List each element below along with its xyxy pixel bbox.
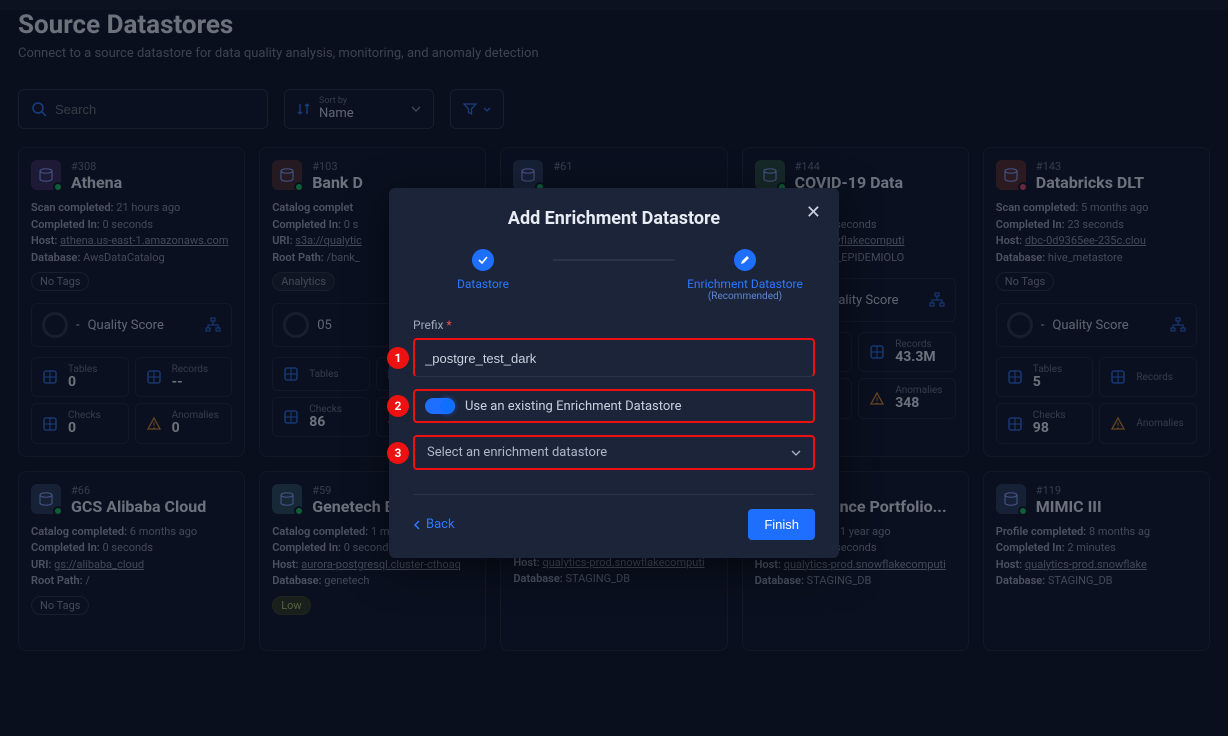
prefix-label: Prefix * [413,318,815,332]
add-enrichment-modal: ✕ Add Enrichment Datastore Datastore Enr… [389,188,839,558]
check-icon [472,249,494,271]
annotation-badge-3: 3 [387,442,409,464]
existing-toggle-highlight: 2 Use an existing Enrichment Datastore [413,389,815,423]
use-existing-label: Use an existing Enrichment Datastore [465,399,681,414]
prefix-input-highlight: 1 [413,338,815,377]
modal-overlay: ✕ Add Enrichment Datastore Datastore Enr… [0,10,1228,736]
stepper-line [553,259,675,261]
enrichment-select[interactable]: Select an enrichment datastore [427,445,607,460]
pencil-icon [734,249,756,271]
use-existing-toggle[interactable] [425,398,455,414]
annotation-badge-1: 1 [387,347,409,369]
prefix-input[interactable] [415,340,813,376]
step-enrichment[interactable]: Enrichment Datastore (Recommended) [675,249,815,302]
stepper: Datastore Enrichment Datastore (Recommen… [413,249,815,302]
close-icon[interactable]: ✕ [806,202,821,223]
step-label: Enrichment Datastore [687,277,803,291]
back-button[interactable]: Back [413,517,455,532]
finish-button[interactable]: Finish [748,509,815,540]
step-datastore[interactable]: Datastore [413,249,553,291]
enrichment-select-highlight: 3 Select an enrichment datastore [413,435,815,470]
chevron-down-icon [791,450,801,456]
chevron-left-icon [413,520,420,530]
step-sublabel: (Recommended) [708,291,782,302]
annotation-badge-2: 2 [387,395,409,417]
step-label: Datastore [457,277,509,291]
modal-title: Add Enrichment Datastore [413,208,815,229]
divider [413,494,815,495]
